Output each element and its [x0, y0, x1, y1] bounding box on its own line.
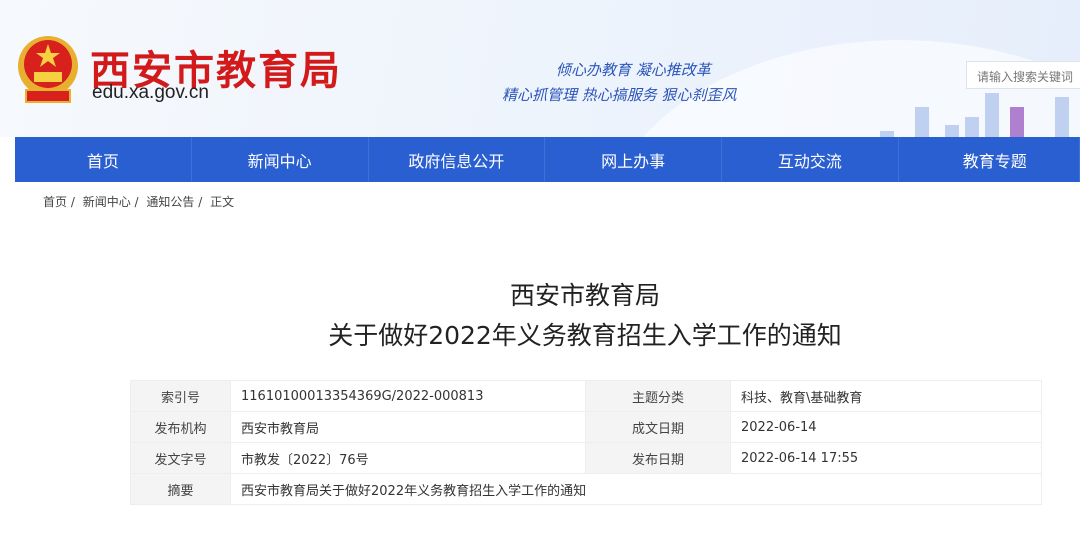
nav-home[interactable]: 首页 — [15, 137, 192, 182]
site-domain: edu.xa.gov.cn — [92, 82, 209, 103]
breadcrumb-current: 正文 — [210, 195, 235, 209]
written-date-label: 成文日期 — [585, 411, 731, 443]
slogan-line-1: 倾心办教育 凝心推改革 — [556, 61, 711, 79]
table-row: 发文字号 市教发〔2022〕76号 发布日期 2022-06-14 17:55 — [130, 442, 1042, 474]
written-date-value: 2022-06-14 — [730, 411, 1042, 443]
national-emblem-icon — [18, 36, 78, 103]
nav-interaction[interactable]: 互动交流 — [722, 137, 899, 182]
table-row: 发布机构 西安市教育局 成文日期 2022-06-14 — [130, 411, 1042, 443]
site-header: 西安市教育局 edu.xa.gov.cn 倾心办教育 凝心推改革 精心抓管理 热… — [0, 0, 1080, 137]
summary-value: 西安市教育局关于做好2022年义务教育招生入学工作的通知 — [230, 473, 1042, 505]
org-value: 西安市教育局 — [230, 411, 586, 443]
breadcrumb-home[interactable]: 首页 / — [43, 195, 75, 209]
publish-date-value: 2022-06-14 17:55 — [730, 442, 1042, 474]
topic-label: 主题分类 — [585, 380, 731, 412]
article-title-line-2: 关于做好2022年义务教育招生入学工作的通知 — [328, 321, 842, 350]
index-label: 索引号 — [130, 380, 231, 412]
document-meta-table: 索引号 11610100013354369G/2022-000813 主题分类 … — [130, 380, 1042, 505]
doc-number-label: 发文字号 — [130, 442, 231, 474]
breadcrumb: 首页 / 新闻中心 / 通知公告 / 正文 — [43, 193, 238, 210]
index-value: 11610100013354369G/2022-000813 — [230, 380, 586, 412]
slogan-line-2: 精心抓管理 热心搞服务 狠心刹歪风 — [502, 86, 737, 104]
breadcrumb-notices[interactable]: 通知公告 / — [146, 195, 202, 209]
summary-label: 摘要 — [130, 473, 231, 505]
breadcrumb-news[interactable]: 新闻中心 / — [83, 195, 139, 209]
doc-number-value: 市教发〔2022〕76号 — [230, 442, 586, 474]
nav-online-services[interactable]: 网上办事 — [545, 137, 722, 182]
article-title-line-1: 西安市教育局 — [509, 281, 660, 310]
table-row: 摘要 西安市教育局关于做好2022年义务教育招生入学工作的通知 — [130, 473, 1042, 505]
org-label: 发布机构 — [130, 411, 231, 443]
nav-news[interactable]: 新闻中心 — [192, 137, 369, 182]
search-input[interactable]: 请输入搜索关键词 — [966, 61, 1080, 89]
nav-edu-topics[interactable]: 教育专题 — [899, 137, 1080, 182]
nav-gov-info[interactable]: 政府信息公开 — [369, 137, 546, 182]
publish-date-label: 发布日期 — [585, 442, 731, 474]
main-nav: 首页 新闻中心 政府信息公开 网上办事 互动交流 教育专题 — [15, 137, 1080, 182]
table-row: 索引号 11610100013354369G/2022-000813 主题分类 … — [130, 380, 1042, 412]
topic-value: 科技、教育\基础教育 — [730, 380, 1042, 412]
